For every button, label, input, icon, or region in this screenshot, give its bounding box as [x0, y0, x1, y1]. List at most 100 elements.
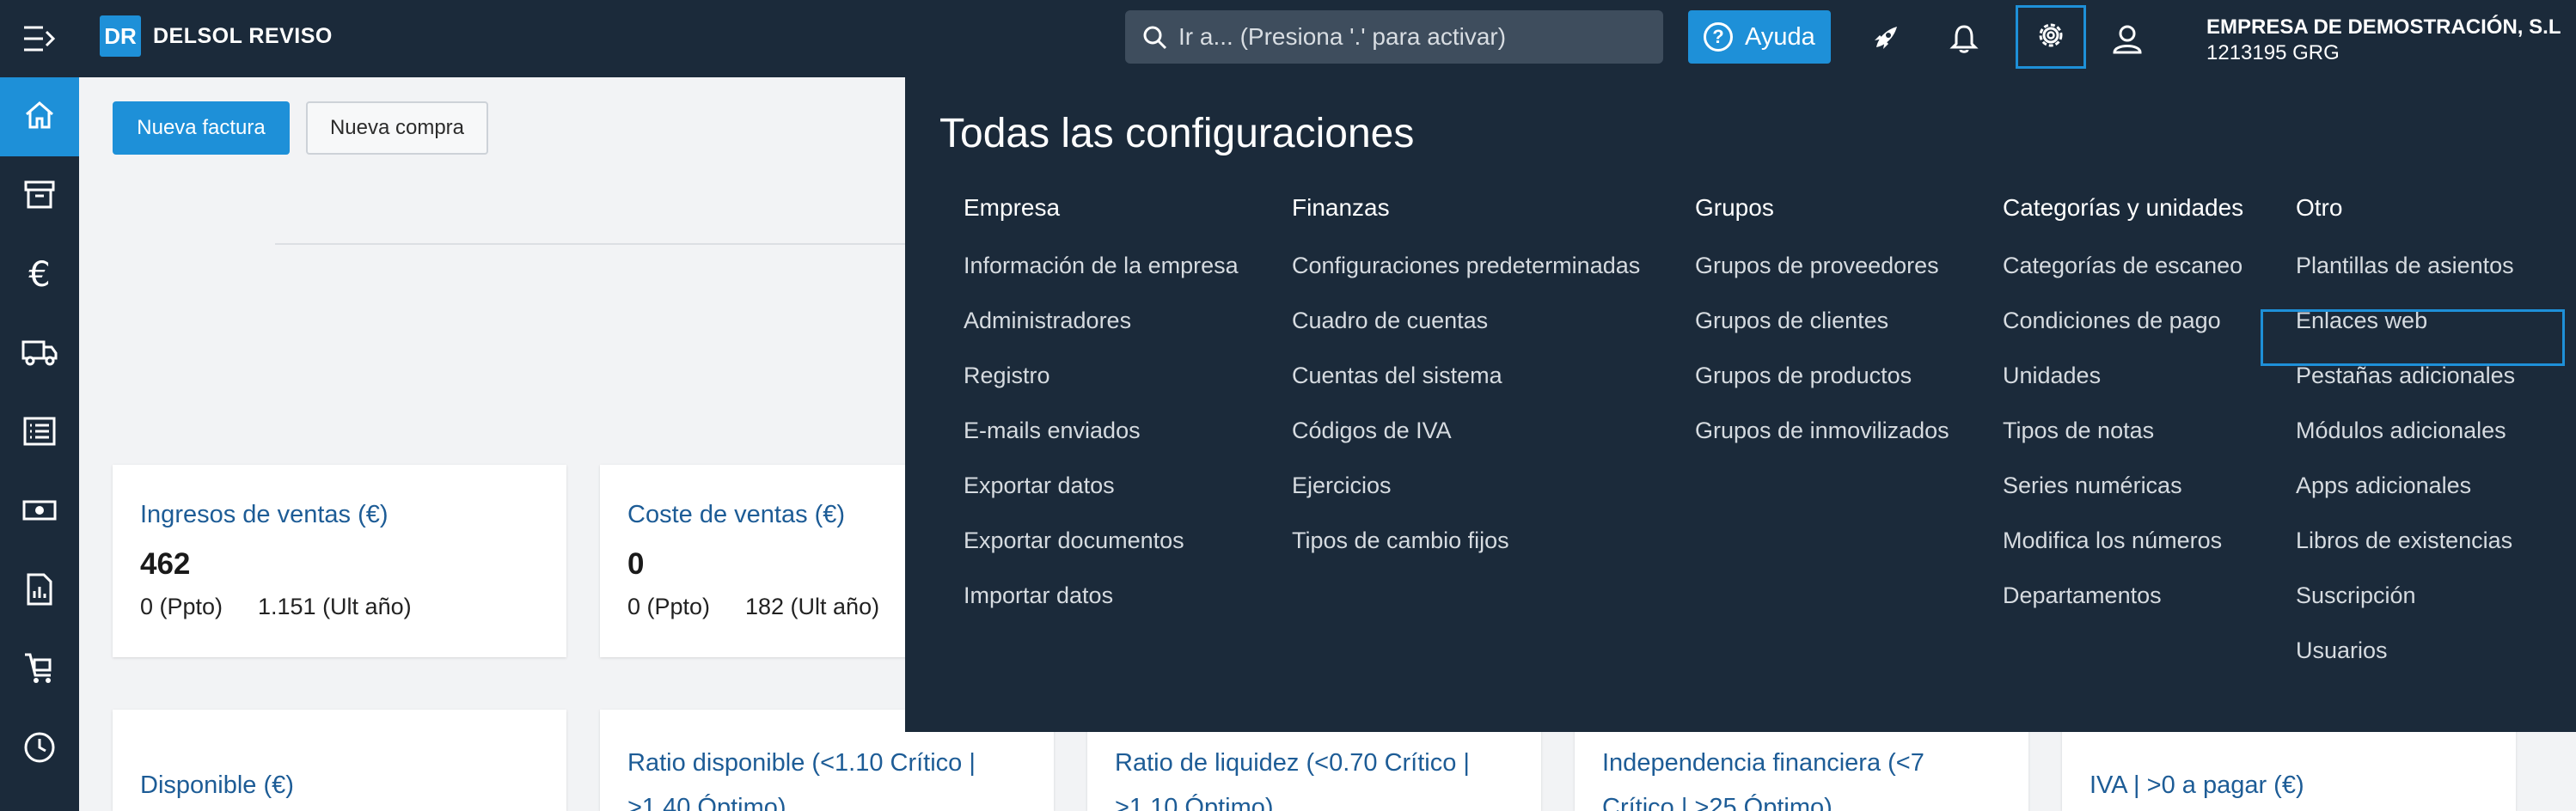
settings-column-grupos: Grupos Grupos de proveedores Grupos de c… [1695, 194, 1949, 443]
new-invoice-button[interactable]: Nueva factura [113, 101, 290, 155]
user-icon[interactable] [2104, 15, 2151, 62]
settings-link[interactable]: Códigos de IVA [1292, 418, 1452, 444]
settings-link[interactable]: Grupos de proveedores [1695, 253, 1939, 279]
settings-link[interactable]: Administradores [964, 308, 1131, 334]
gear-icon [2034, 19, 2067, 56]
settings-link[interactable]: Registro [964, 363, 1050, 389]
settings-link[interactable]: Pestañas adicionales [2296, 363, 2515, 389]
settings-link[interactable]: E-mails enviados [964, 418, 1141, 444]
help-icon: ? [1704, 22, 1733, 52]
sidebar-item-home[interactable] [0, 77, 79, 156]
logo-badge: DR [100, 15, 141, 57]
app-name: DELSOL REVISO [153, 23, 333, 48]
sidebar-item-lists[interactable] [0, 393, 79, 473]
column-heading: Finanzas [1292, 194, 1390, 221]
settings-link[interactable]: Importar datos [964, 582, 1113, 609]
menu-icon[interactable] [22, 24, 57, 53]
column-heading: Grupos [1695, 194, 1774, 221]
settings-column-finanzas: Finanzas Configuraciones predeterminadas… [1292, 194, 1640, 553]
card-value: 462 [140, 547, 191, 581]
card-title: Independencia financiera (<7 Crítico | >… [1602, 749, 1924, 811]
card-title: Disponible (€) [140, 771, 294, 799]
card-last-year: 182 (Ult año) [745, 594, 880, 619]
settings-link[interactable]: Series numéricas [2003, 473, 2182, 499]
sidebar-item-cash[interactable] [0, 473, 79, 552]
settings-link[interactable]: Tipos de cambio fijos [1292, 527, 1509, 554]
settings-link[interactable]: Exportar documentos [964, 527, 1184, 554]
settings-link[interactable]: Cuadro de cuentas [1292, 308, 1488, 334]
report-icon [26, 572, 53, 611]
settings-link[interactable]: Apps adicionales [2296, 473, 2471, 499]
app-logo[interactable]: DR DELSOL REVISO [100, 15, 333, 57]
archive-icon [23, 178, 56, 215]
cart-icon [22, 651, 57, 690]
settings-link[interactable]: Departamentos [2003, 582, 2162, 609]
settings-link[interactable]: Cuentas del sistema [1292, 363, 1502, 389]
card-last-year: 1.151 (Ult año) [258, 594, 412, 619]
focus-outline [2261, 309, 2565, 366]
search-icon [1142, 25, 1168, 55]
top-bar: DR DELSOL REVISO ? Ayuda [0, 0, 2576, 77]
settings-link[interactable]: Grupos de productos [1695, 363, 1912, 389]
card-budget: 0 (Ppto) [627, 594, 711, 619]
settings-column-empresa: Empresa Información de la empresa Admini… [964, 194, 1239, 608]
sidebar: € [0, 77, 79, 811]
settings-link[interactable]: Usuarios [2296, 637, 2388, 664]
available-card[interactable]: Disponible (€) [113, 710, 566, 811]
settings-link[interactable]: Información de la empresa [964, 253, 1239, 279]
company-info[interactable]: EMPRESA DE DEMOSTRACIÓN, S.L 1213195 GRG [2206, 15, 2561, 65]
search-bar[interactable] [1125, 10, 1663, 64]
settings-link[interactable]: Categorías de escaneo [2003, 253, 2243, 279]
card-budget: 0 (Ppto) [140, 594, 223, 619]
clock-icon [22, 730, 57, 769]
divider [275, 243, 911, 245]
bell-icon[interactable] [1941, 15, 1987, 62]
settings-link[interactable]: Grupos de inmovilizados [1695, 418, 1949, 444]
cash-icon [22, 497, 57, 527]
sidebar-item-delivery[interactable] [0, 314, 79, 393]
rocket-icon[interactable] [1862, 15, 1908, 62]
settings-link[interactable]: Exportar datos [964, 473, 1115, 499]
settings-link[interactable]: Grupos de clientes [1695, 308, 1888, 334]
home-icon [23, 99, 56, 136]
sidebar-item-finance[interactable]: € [0, 235, 79, 314]
search-input[interactable] [1178, 23, 1663, 51]
sidebar-item-purchases[interactable] [0, 631, 79, 710]
sidebar-item-archive[interactable] [0, 156, 79, 235]
card-title: Ingresos de ventas (€) [140, 501, 389, 528]
list-icon [23, 417, 56, 450]
card-title: Coste de ventas (€) [627, 501, 846, 528]
settings-link[interactable]: Suscripción [2296, 582, 2416, 609]
settings-title: Todas las configuraciones [939, 111, 1415, 156]
help-button[interactable]: ? Ayuda [1688, 10, 1831, 64]
settings-link[interactable]: Configuraciones predeterminadas [1292, 253, 1640, 279]
settings-link[interactable]: Libros de existencias [2296, 527, 2512, 554]
column-heading: Otro [2296, 194, 2343, 221]
settings-panel: Todas las configuraciones Empresa Inform… [905, 77, 2576, 732]
card-value: 0 [627, 547, 645, 581]
truck-icon [21, 338, 58, 371]
settings-link[interactable]: Ejercicios [1292, 473, 1392, 499]
card-title: Ratio disponible (<1.10 Crítico | >1.40 … [627, 749, 976, 811]
settings-link[interactable]: Plantillas de asientos [2296, 253, 2514, 279]
settings-link[interactable]: Módulos adicionales [2296, 418, 2506, 444]
column-heading: Categorías y unidades [2003, 194, 2244, 221]
settings-button[interactable] [2016, 5, 2086, 69]
sidebar-item-reports[interactable] [0, 552, 79, 631]
settings-link[interactable]: Modifica los números [2003, 527, 2222, 554]
settings-link[interactable]: Tipos de notas [2003, 418, 2154, 444]
help-button-label: Ayuda [1745, 22, 1815, 51]
card-title: IVA | >0 a pagar (€) [2090, 771, 2304, 799]
new-purchase-button[interactable]: Nueva compra [306, 101, 488, 155]
sales-card[interactable]: Ingresos de ventas (€) 462 0 (Ppto) 1.15… [113, 465, 566, 657]
settings-link[interactable]: Condiciones de pago [2003, 308, 2221, 334]
column-heading: Empresa [964, 194, 1061, 221]
settings-link[interactable]: Unidades [2003, 363, 2101, 389]
card-title: Ratio de liquidez (<0.70 Crítico | >1.10… [1115, 749, 1470, 811]
sidebar-item-history[interactable] [0, 710, 79, 789]
settings-column-categorias: Categorías y unidades Categorías de esca… [2003, 194, 2244, 608]
company-name: EMPRESA DE DEMOSTRACIÓN, S.L [2206, 15, 2561, 39]
euro-icon: € [28, 255, 51, 295]
company-code: 1213195 GRG [2206, 41, 2340, 64]
settings-column-otro: Otro Plantillas de asientos Enlaces web … [2296, 194, 2515, 663]
